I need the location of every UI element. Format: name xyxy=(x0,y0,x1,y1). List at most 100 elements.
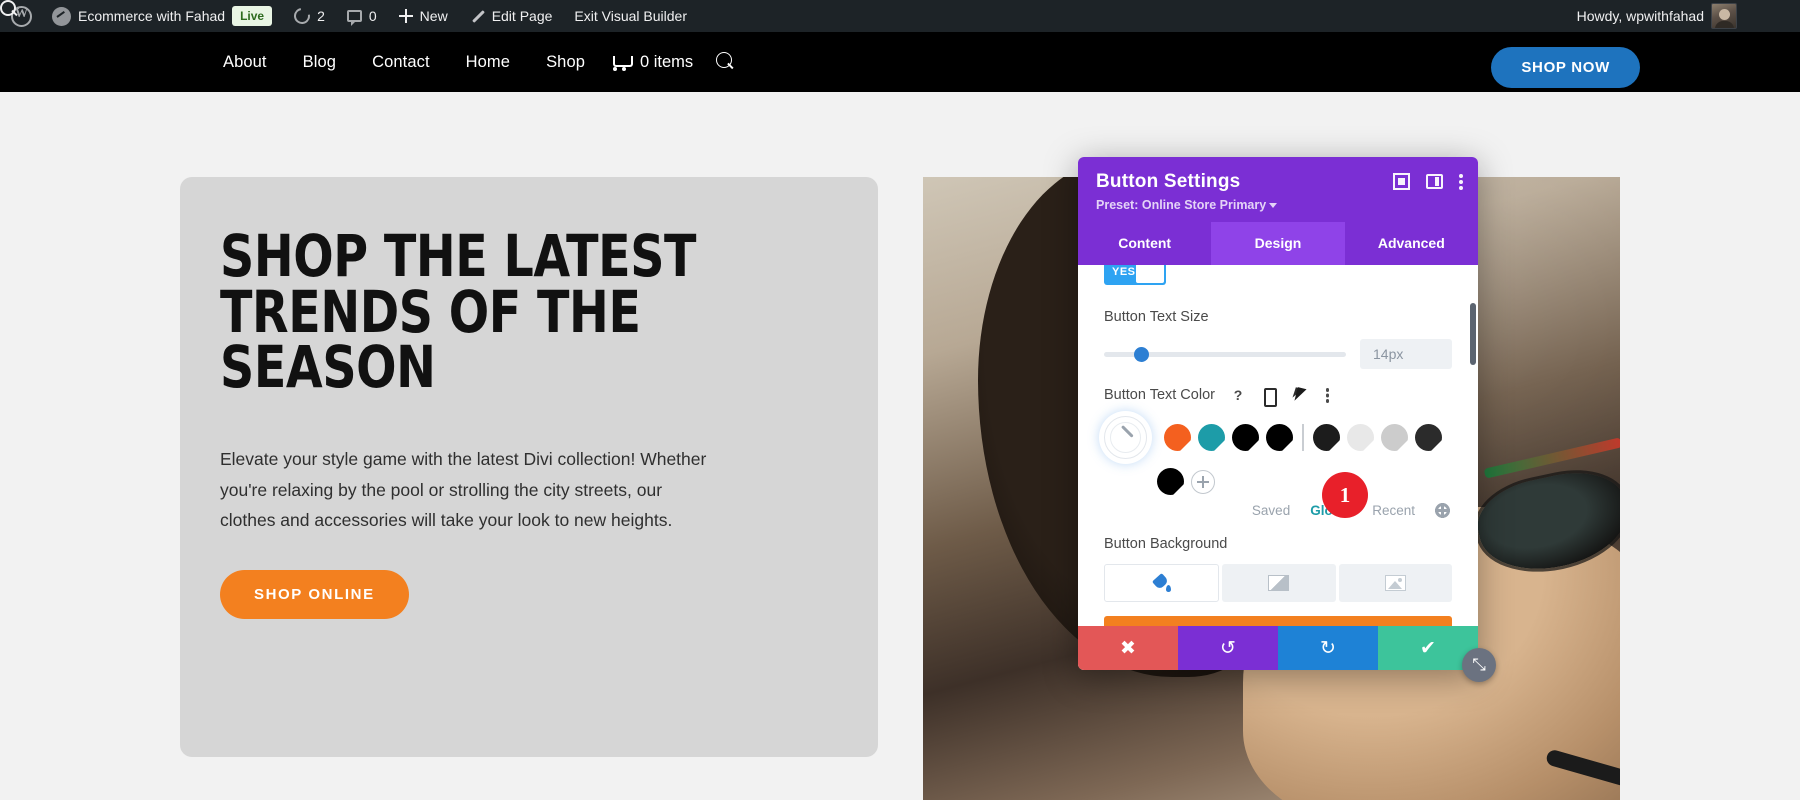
site-name-menu[interactable]: Ecommerce with Fahad Live xyxy=(41,0,283,32)
color-swatch-row-1 xyxy=(1104,416,1452,459)
swatch-white[interactable] xyxy=(1347,424,1374,451)
exit-builder-label: Exit Visual Builder xyxy=(574,8,687,24)
button-settings-modal: Button Settings Preset: Online Store Pri… xyxy=(1078,157,1478,670)
modal-footer: ✖ ↺ ↻ ✔ xyxy=(1078,626,1478,670)
button-text-color-label: Button Text Color xyxy=(1104,387,1452,407)
edit-page-link[interactable]: Edit Page xyxy=(459,0,564,32)
undo-icon: ↺ xyxy=(1220,637,1236,659)
new-label: New xyxy=(419,8,448,24)
new-content-menu[interactable]: New xyxy=(388,0,459,32)
background-type-tabs xyxy=(1104,564,1452,602)
comment-icon xyxy=(346,10,362,26)
updates-count: 2 xyxy=(317,8,325,24)
redo-button[interactable]: ↻ xyxy=(1278,626,1378,670)
background-gradient-tab[interactable] xyxy=(1222,564,1336,602)
palette-tab-saved[interactable]: Saved xyxy=(1252,503,1290,518)
site-name-label: Ecommerce with Fahad xyxy=(78,8,226,24)
image-icon xyxy=(1384,575,1406,591)
gradient-icon xyxy=(1268,575,1290,591)
redo-icon: ↻ xyxy=(1320,637,1336,659)
shop-online-button[interactable]: SHOP ONLINE xyxy=(220,569,409,619)
palette-tabs: Saved Global Recent xyxy=(1104,503,1452,518)
swatch-charcoal[interactable] xyxy=(1415,424,1442,451)
howdy-label: Howdy, wpwithfahad xyxy=(1576,8,1704,24)
live-badge: Live xyxy=(232,6,273,26)
eyedropper-icon[interactable] xyxy=(1104,416,1147,459)
paint-bucket-icon xyxy=(1152,574,1172,593)
tab-content[interactable]: Content xyxy=(1078,222,1211,265)
button-text-size-control: 14px xyxy=(1104,339,1452,369)
palette-tab-recent[interactable]: Recent xyxy=(1372,503,1415,518)
swatch-teal[interactable] xyxy=(1198,424,1225,451)
button-text-color-label-text: Button Text Color xyxy=(1104,387,1215,403)
search-icon xyxy=(1759,7,1777,25)
undo-button[interactable]: ↺ xyxy=(1178,626,1278,670)
button-background-label: Button Background xyxy=(1104,536,1452,552)
hero-section: SHOP THE LATEST TRENDS OF THE SEASON Ele… xyxy=(180,177,878,757)
nav-item-blog[interactable]: Blog xyxy=(285,53,354,72)
more-menu-icon[interactable] xyxy=(1459,173,1464,190)
responsive-mobile-icon[interactable] xyxy=(1260,387,1277,407)
text-size-slider[interactable] xyxy=(1104,346,1346,362)
swatch-orange[interactable] xyxy=(1164,424,1191,451)
swatch-black-3[interactable] xyxy=(1313,424,1340,451)
modal-preset-selector[interactable]: Preset: Online Store Primary xyxy=(1096,198,1460,212)
slider-handle[interactable] xyxy=(1134,346,1149,362)
cart-count-label: 0 items xyxy=(640,52,694,71)
modal-header: Button Settings Preset: Online Store Pri… xyxy=(1078,157,1478,222)
close-icon: ✖ xyxy=(1120,637,1136,659)
nav-item-shop[interactable]: Shop xyxy=(528,53,603,72)
modal-preset-label: Preset: Online Store Primary xyxy=(1096,198,1267,212)
my-account-menu[interactable]: Howdy, wpwithfahad xyxy=(1566,0,1748,32)
pencil-icon xyxy=(470,9,485,24)
update-icon xyxy=(290,4,314,28)
add-color-button[interactable] xyxy=(1191,469,1215,494)
nav-item-about[interactable]: About xyxy=(205,53,285,72)
text-size-value-input[interactable]: 14px xyxy=(1360,339,1452,369)
shop-now-button[interactable]: SHOP NOW xyxy=(1491,47,1640,88)
background-color-preview[interactable] xyxy=(1104,616,1452,626)
swatch-divider xyxy=(1302,424,1304,451)
sunglasses-arm xyxy=(1483,437,1620,479)
swatch-black-2[interactable] xyxy=(1266,424,1293,451)
swatch-black-4[interactable] xyxy=(1157,468,1184,495)
cancel-button[interactable]: ✖ xyxy=(1078,626,1178,670)
cart-link[interactable]: 0 items xyxy=(603,53,693,72)
toggle-knob xyxy=(1136,265,1164,283)
site-header: About Blog Contact Home Shop 0 items SHO… xyxy=(0,32,1800,92)
checkmark-icon: ✔ xyxy=(1420,637,1436,659)
edit-page-label: Edit Page xyxy=(491,8,553,24)
button-text-size-label-text: Button Text Size xyxy=(1104,309,1209,325)
button-background-label-text: Button Background xyxy=(1104,536,1228,552)
swatch-gray[interactable] xyxy=(1381,424,1408,451)
nav-item-contact[interactable]: Contact xyxy=(354,53,448,72)
modal-scrollbar[interactable] xyxy=(1470,303,1476,365)
help-icon[interactable] xyxy=(1230,387,1246,403)
chevron-down-icon xyxy=(1269,203,1278,209)
background-color-tab[interactable] xyxy=(1104,564,1220,602)
avatar xyxy=(1711,3,1737,29)
nav-item-home[interactable]: Home xyxy=(448,53,528,72)
tab-design[interactable]: Design xyxy=(1211,222,1345,265)
layout-toggle-icon[interactable] xyxy=(1426,173,1443,190)
hero-paragraph: Elevate your style game with the latest … xyxy=(220,449,707,531)
button-text-size-label: Button Text Size xyxy=(1104,309,1452,325)
updates-menu[interactable]: 2 xyxy=(283,0,336,32)
modal-resize-handle[interactable]: ⤡ xyxy=(1462,648,1496,682)
exit-visual-builder-link[interactable]: Exit Visual Builder xyxy=(563,0,698,32)
gear-icon[interactable] xyxy=(1435,503,1450,518)
dashboard-icon xyxy=(52,6,71,26)
modal-tabs: Content Design Advanced xyxy=(1078,222,1478,265)
comments-menu[interactable]: 0 xyxy=(336,0,388,32)
use-custom-styles-toggle[interactable]: YES xyxy=(1104,265,1166,285)
nav-search-icon[interactable] xyxy=(715,52,735,72)
option-menu-icon[interactable] xyxy=(1320,387,1336,403)
comments-count: 0 xyxy=(368,8,377,24)
visual-builder-screen: Ecommerce with Fahad Live 2 0 New Edit P… xyxy=(0,0,1800,800)
tab-advanced[interactable]: Advanced xyxy=(1345,222,1478,265)
background-image-tab[interactable] xyxy=(1338,564,1452,602)
plus-icon xyxy=(398,9,413,23)
focus-mode-icon[interactable] xyxy=(1393,173,1410,190)
swatch-black-1[interactable] xyxy=(1232,424,1259,451)
admin-search-button[interactable] xyxy=(1748,0,1788,32)
